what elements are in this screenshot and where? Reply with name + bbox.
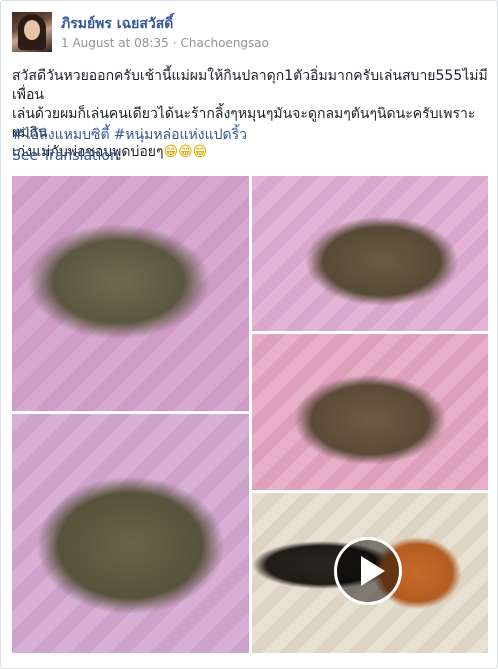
meta-separator: · <box>172 36 177 50</box>
post-meta: 1 August at 08:35 · Chachoengsao <box>61 36 269 50</box>
profile-avatar[interactable] <box>12 12 52 52</box>
photo-otter-1[interactable] <box>12 176 249 411</box>
avatar-face <box>24 20 40 40</box>
author-name-link[interactable]: ภิรมย์พร เฉยสวัสดิ์ <box>61 13 173 35</box>
hashtag-list: #ไอ้ลิงแหมบซิตี้ #หนุ่มหล่อแห่งแปดริ้ว <box>12 124 251 146</box>
play-icon <box>361 556 385 586</box>
photo-otter-2[interactable] <box>252 176 488 331</box>
photo-otter-3[interactable] <box>252 334 488 490</box>
post-text-line-1: สวัสดีวันหวยออกครับเช้านี้แม่ผมให้กินปลา… <box>12 68 488 103</box>
grin-emoji-icon: 😁😁😁 <box>163 144 208 160</box>
post-location-link[interactable]: Chachoengsao <box>181 36 269 50</box>
post-timestamp-link[interactable]: 1 August at 08:35 <box>61 36 169 50</box>
play-button[interactable] <box>334 537 402 605</box>
see-translation-link[interactable]: See Translation <box>12 148 119 164</box>
hashtag-link[interactable]: #หนุ่มหล่อแห่งแปดริ้ว <box>114 127 247 143</box>
photo-otter-4[interactable] <box>12 414 249 653</box>
hashtag-link[interactable]: #ไอ้ลิงแหมบซิตี้ <box>12 127 110 143</box>
